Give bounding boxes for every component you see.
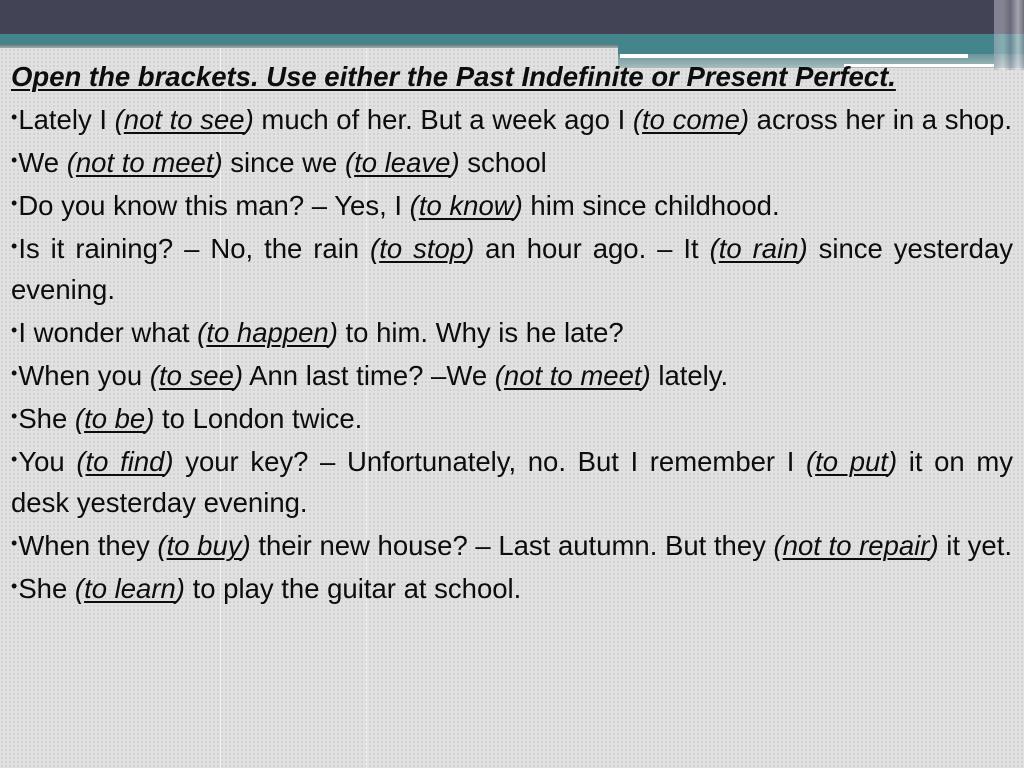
open-bracket: ( xyxy=(114,104,124,135)
close-bracket: ) xyxy=(328,317,338,348)
exercise-item: •I wonder what (to happen) to him. Why i… xyxy=(11,310,1013,353)
open-bracket: ( xyxy=(74,573,85,604)
sentence-text: We xyxy=(18,147,67,178)
sentence-text: him since childhood. xyxy=(522,190,780,221)
close-bracket: ) xyxy=(465,233,475,264)
close-bracket: ) xyxy=(241,530,251,561)
close-bracket: ) xyxy=(513,190,523,221)
open-bracket: ( xyxy=(805,446,816,477)
slide-content: Open the brackets. Use either the Past I… xyxy=(11,56,1013,609)
exercise-item: •When they (to buy) their new house? – L… xyxy=(11,523,1013,566)
bracketed-verb: to buy xyxy=(166,530,242,561)
bullet-icon: • xyxy=(11,193,18,213)
sentence-text: an hour ago. – It xyxy=(474,233,710,264)
bullet-icon: • xyxy=(11,363,18,383)
header-band-teal xyxy=(0,34,1024,44)
bullet-icon: • xyxy=(11,320,18,340)
bracketed-verb: to learn xyxy=(84,573,176,604)
sentence-text: since we xyxy=(222,147,345,178)
exercise-item: •Lately I (not to see) much of her. But … xyxy=(11,97,1013,140)
exercise-item: •When you (to see) Ann last time? –We (n… xyxy=(11,353,1013,396)
bullet-icon: • xyxy=(11,576,18,596)
sentence-text: Do you know this man? – Yes, I xyxy=(18,190,410,221)
close-bracket: ) xyxy=(213,147,223,178)
bracketed-verb: to see xyxy=(158,360,234,391)
sentence-text: She xyxy=(18,573,75,604)
sentence-text: across her in a shop. xyxy=(749,104,1012,135)
sentence-text: You xyxy=(18,446,77,477)
bracketed-verb: to come xyxy=(642,104,740,135)
bullet-icon: • xyxy=(11,107,18,127)
sentence-text: their new house? – Last autumn. But they xyxy=(250,530,774,561)
open-bracket: ( xyxy=(157,530,167,561)
open-bracket: ( xyxy=(344,147,355,178)
sentence-text: much of her. But a week ago I xyxy=(253,104,633,135)
bracketed-verb: not to meet xyxy=(503,360,642,391)
sentence-text: When they xyxy=(18,530,158,561)
sentence-text: to him. Why is he late? xyxy=(337,317,624,348)
open-bracket: ( xyxy=(149,360,159,391)
bracketed-verb: not to meet xyxy=(75,147,214,178)
bracketed-verb: to find xyxy=(85,446,165,477)
open-bracket: ( xyxy=(370,233,380,264)
sentence-text: lately. xyxy=(650,360,729,391)
close-bracket: ) xyxy=(641,360,651,391)
open-bracket: ( xyxy=(773,530,783,561)
bracketed-verb: to put xyxy=(815,446,888,477)
open-bracket: ( xyxy=(66,147,76,178)
sentence-text: school xyxy=(459,147,547,178)
bullet-icon: • xyxy=(11,236,18,256)
bracketed-verb: to stop xyxy=(379,233,466,264)
sentence-text: Lately I xyxy=(18,104,115,135)
sentence-text: When you xyxy=(18,360,150,391)
exercise-item: •She (to be) to London twice. xyxy=(11,396,1013,439)
bracketed-verb: to rain xyxy=(718,233,799,264)
exercise-item: •You (to find) your key? – Unfortunately… xyxy=(11,439,1013,523)
exercise-item: •She (to learn) to play the guitar at sc… xyxy=(11,566,1013,609)
open-bracket: ( xyxy=(76,446,86,477)
open-bracket: ( xyxy=(197,317,207,348)
sentence-text: I wonder what xyxy=(18,317,198,348)
close-bracket: ) xyxy=(929,530,939,561)
bracketed-verb: to be xyxy=(84,403,146,434)
exercise-item: •Is it raining? – No, the rain (to stop)… xyxy=(11,226,1013,310)
open-bracket: ( xyxy=(74,403,85,434)
bracketed-verb: to happen xyxy=(206,317,329,348)
bracketed-verb: to know xyxy=(418,190,514,221)
sentence-text: your key? – Unfortunately, no. But I rem… xyxy=(173,446,806,477)
close-bracket: ) xyxy=(739,104,750,135)
close-bracket: ) xyxy=(244,104,254,135)
exercise-item: •We (not to meet) since we (to leave) sc… xyxy=(11,140,1013,183)
bracketed-verb: not to see xyxy=(123,104,245,135)
open-bracket: ( xyxy=(632,104,643,135)
header-shadow-strip xyxy=(0,44,620,48)
open-bracket: ( xyxy=(494,360,504,391)
close-bracket: ) xyxy=(175,573,185,604)
header-band-dark xyxy=(0,0,1024,34)
bullet-icon: • xyxy=(11,449,18,469)
header-teal-extension xyxy=(618,44,1024,54)
bracketed-verb: to leave xyxy=(354,147,451,178)
open-bracket: ( xyxy=(409,190,419,221)
bullet-icon: • xyxy=(11,533,18,553)
close-bracket: ) xyxy=(233,360,244,391)
slide-title: Open the brackets. Use either the Past I… xyxy=(11,61,896,92)
open-bracket: ( xyxy=(709,233,719,264)
close-bracket: ) xyxy=(164,446,174,477)
sentence-text: to London twice. xyxy=(154,403,363,434)
sentence-text: Is it raining? – No, the rain xyxy=(18,233,371,264)
sentence-text: it yet. xyxy=(938,530,1012,561)
bullet-icon: • xyxy=(11,406,18,426)
close-bracket: ) xyxy=(887,446,898,477)
close-bracket: ) xyxy=(798,233,808,264)
sentence-text: to play the guitar at school. xyxy=(184,573,522,604)
exercise-list: •Lately I (not to see) much of her. But … xyxy=(11,97,1013,609)
close-bracket: ) xyxy=(450,147,460,178)
bracketed-verb: not to repair xyxy=(782,530,930,561)
exercise-item: •Do you know this man? – Yes, I (to know… xyxy=(11,183,1013,226)
bullet-icon: • xyxy=(11,150,18,170)
sentence-text: Ann last time? –We xyxy=(243,360,495,391)
sentence-text: She xyxy=(18,403,75,434)
